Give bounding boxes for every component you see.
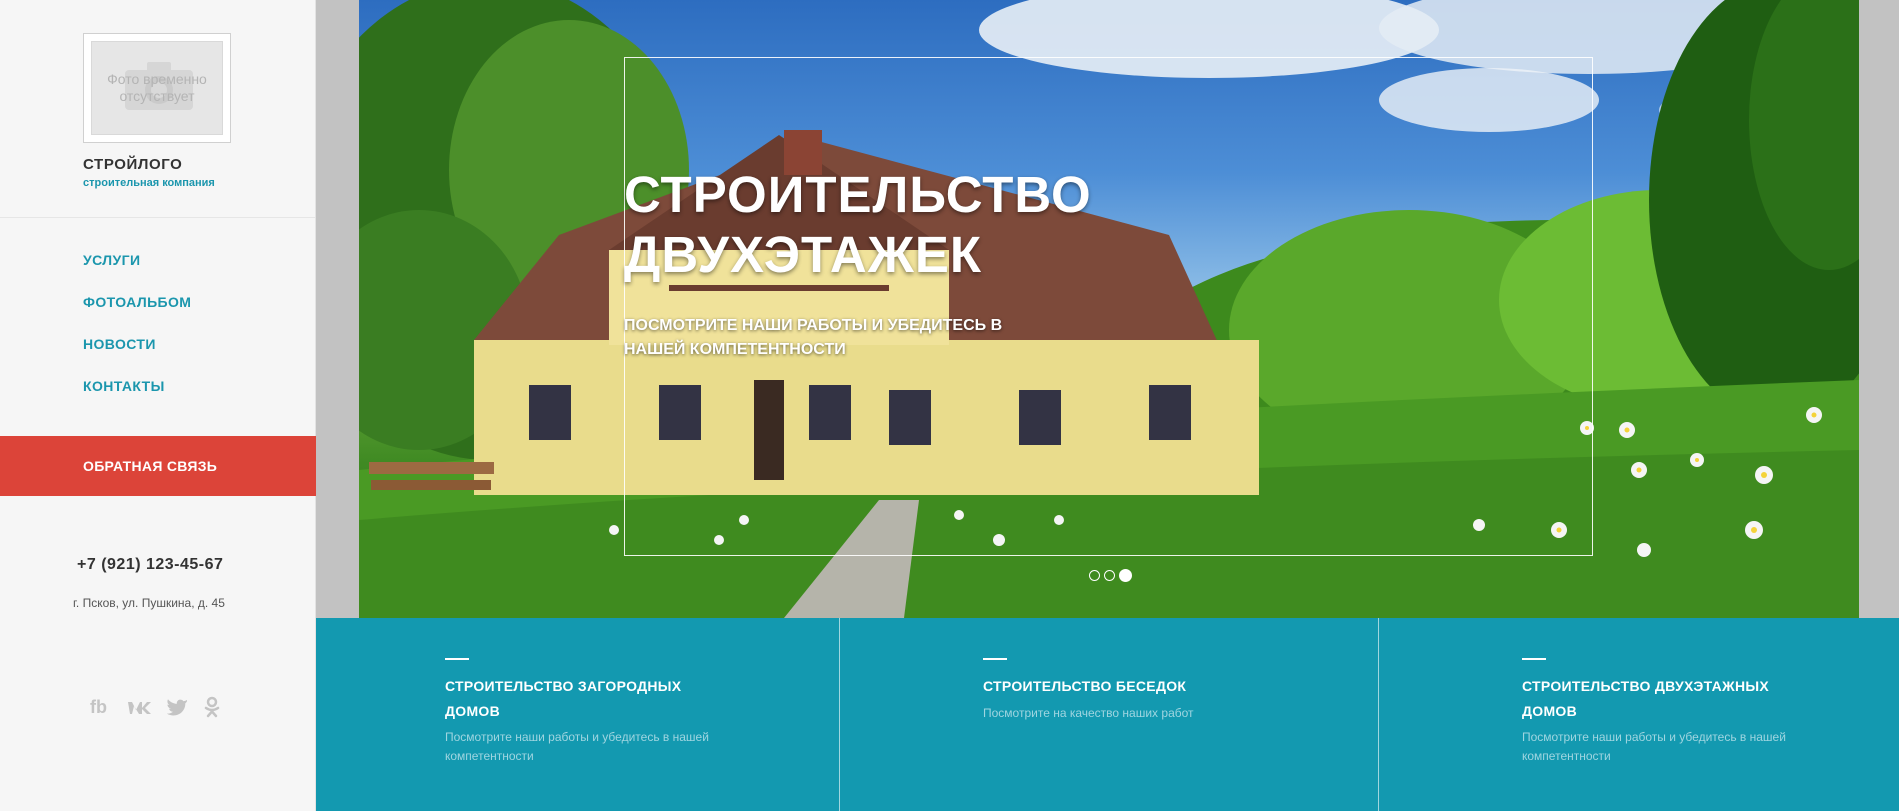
facebook-icon[interactable]: fb [89,696,113,718]
hero-title-line-2: ДВУХЭТАЖЕК [624,226,982,283]
logo-placeholder-text: Фото временно отсутствует [107,71,207,104]
company-name[interactable]: СТРОЙЛОГО [83,156,182,173]
feature-text: Посмотрите наши работы и убедитесь в наш… [1522,730,1786,763]
nav-item-photo-album[interactable]: ФОТОАЛЬБОМ [83,294,191,336]
slider-dot-1[interactable] [1089,570,1100,581]
feature-text: Посмотрите наши работы и убедитесь в наш… [445,730,709,763]
social-links: fb [89,696,227,718]
features-bar: СТРОИТЕЛЬСТВО ЗАГОРОДНЫХ ДОМОВ Посмотрит… [316,618,1899,811]
sidebar-divider [0,217,315,218]
feature-title[interactable]: СТРОИТЕЛЬСТВО ЗАГОРОДНЫХ ДОМОВ [445,674,735,724]
feature-accent-line [445,658,469,660]
feature-card[interactable]: СТРОИТЕЛЬСТВО БЕСЕДОК Посмотрите на каче… [840,618,1379,811]
main-nav: УСЛУГИ ФОТОАЛЬБОМ НОВОСТИ КОНТАКТЫ [83,252,191,420]
nav-item-services[interactable]: УСЛУГИ [83,252,191,294]
feature-card[interactable]: СТРОИТЕЛЬСТВО ЗАГОРОДНЫХ ДОМОВ Посмотрит… [316,618,840,811]
hero-slider[interactable]: СТРОИТЕЛЬСТВО ДВУХЭТАЖЕК ПОСМОТРИТЕ НАШИ… [359,0,1859,618]
logo[interactable]: Фото временно отсутствует [83,33,231,143]
phone-number[interactable]: +7 (921) 123-45-67 [77,556,223,574]
nav-item-news[interactable]: НОВОСТИ [83,336,191,378]
hero-area: СТРОИТЕЛЬСТВО ДВУХЭТАЖЕК ПОСМОТРИТЕ НАШИ… [316,0,1899,618]
hero-image [359,0,1859,618]
feature-card[interactable]: СТРОИТЕЛЬСТВО ДВУХЭТАЖНЫХ ДОМОВ Посмотри… [1379,618,1899,811]
slider-dot-2[interactable] [1104,570,1115,581]
feature-title[interactable]: СТРОИТЕЛЬСТВО БЕСЕДОК [983,674,1273,699]
nav-item-contacts[interactable]: КОНТАКТЫ [83,378,191,420]
vk-icon[interactable] [127,696,151,718]
slider-dots [1089,569,1132,582]
odnoklassniki-icon[interactable] [203,696,227,718]
sidebar: Фото временно отсутствует СТРОЙЛОГО стро… [0,0,316,811]
feature-accent-line [983,658,1007,660]
feedback-button[interactable]: ОБРАТНАЯ СВЯЗЬ [0,436,316,496]
hero-title: СТРОИТЕЛЬСТВО ДВУХЭТАЖЕК [624,165,1274,285]
twitter-icon[interactable] [165,696,189,718]
svg-text:fb: fb [90,697,107,717]
company-tagline: строительная компания [83,177,215,189]
feature-accent-line [1522,658,1546,660]
hero-title-line-1: СТРОИТЕЛЬСТВО [624,166,1092,223]
logo-placeholder: Фото временно отсутствует [91,41,223,135]
address: г. Псков, ул. Пушкина, д. 45 [73,596,225,610]
hero-subtitle: ПОСМОТРИТЕ НАШИ РАБОТЫ И УБЕДИТЕСЬ В НАШ… [624,317,1003,358]
slider-dot-3[interactable] [1119,569,1132,582]
feature-text: Посмотрите на качество наших работ [983,706,1194,720]
feature-title[interactable]: СТРОИТЕЛЬСТВО ДВУХЭТАЖНЫХ ДОМОВ [1522,674,1812,724]
